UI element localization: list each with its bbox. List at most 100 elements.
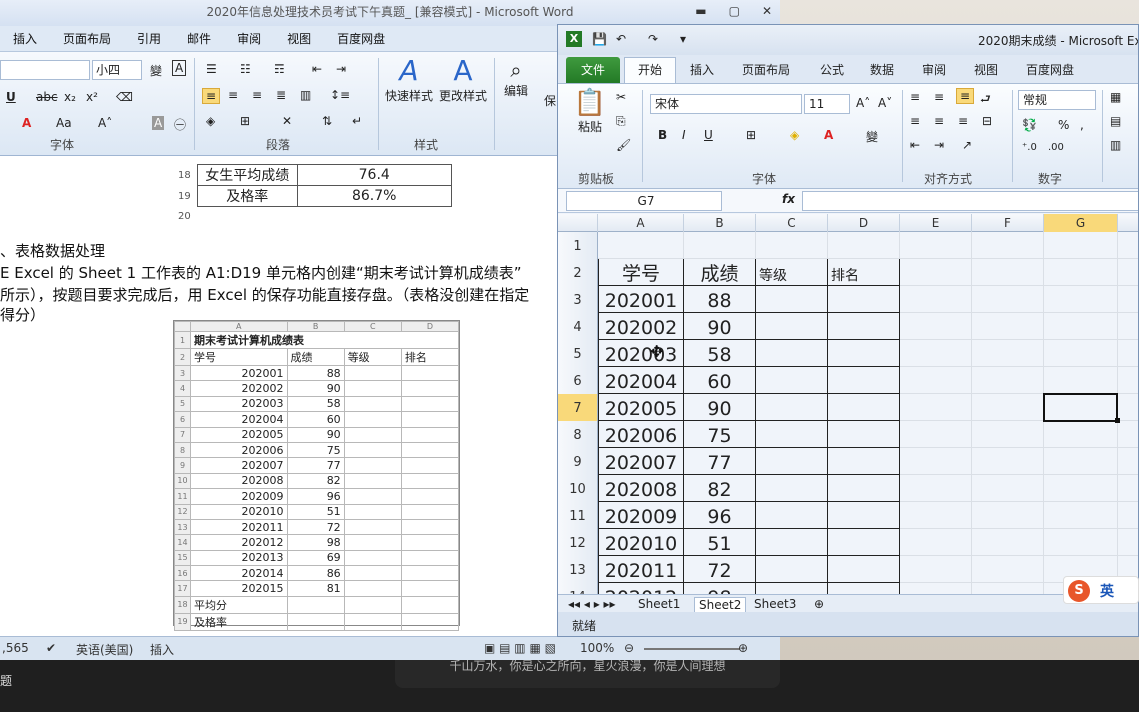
cell-G3[interactable]: [1044, 286, 1118, 313]
underline-icon[interactable]: U: [6, 90, 16, 104]
align-center-icon[interactable]: ≡: [934, 114, 944, 128]
cell-F8[interactable]: [972, 421, 1044, 448]
phonetic-icon[interactable]: 變: [866, 128, 878, 145]
font-size-combo[interactable]: 11: [804, 94, 850, 114]
cell-C2[interactable]: 等级: [756, 259, 828, 286]
row-header[interactable]: 13: [558, 556, 598, 583]
decrease-decimal-icon[interactable]: .00: [1048, 142, 1064, 153]
change-style-button[interactable]: A 更改样式: [438, 54, 488, 104]
column-header-D[interactable]: D: [828, 214, 900, 232]
cell-B11[interactable]: 96: [684, 502, 756, 529]
cell-B6[interactable]: 60: [684, 367, 756, 394]
cell-D11[interactable]: [828, 502, 900, 529]
align-center-icon[interactable]: ≡: [228, 88, 238, 102]
cell-B5[interactable]: 58: [684, 340, 756, 367]
font-name-combo[interactable]: [0, 60, 90, 80]
select-all-corner[interactable]: [558, 214, 598, 232]
table-format-icon[interactable]: ▤: [1110, 114, 1121, 128]
quick-style-button[interactable]: A 快速样式: [384, 54, 434, 104]
cell-F4[interactable]: [972, 313, 1044, 340]
row-header[interactable]: 12: [558, 529, 598, 556]
font-color-icon[interactable]: A: [824, 128, 833, 142]
conditional-format-icon[interactable]: ▦: [1110, 90, 1121, 104]
align-top-icon[interactable]: ≡: [910, 90, 920, 104]
subscript-icon[interactable]: x₂: [64, 90, 76, 104]
formula-input[interactable]: [802, 191, 1138, 211]
cell-style-icon[interactable]: ▥: [1110, 138, 1121, 152]
cell-B9[interactable]: 77: [684, 448, 756, 475]
cell-C1[interactable]: [756, 232, 828, 259]
cell-F6[interactable]: [972, 367, 1044, 394]
line-spacing-icon[interactable]: ↕≡: [330, 88, 350, 102]
view-buttons[interactable]: ▣ ▤ ▥ ▦ ▧: [484, 641, 556, 655]
paste-button[interactable]: 📋 粘贴: [570, 88, 610, 135]
increase-indent-icon[interactable]: ⇥: [934, 138, 944, 152]
column-header-G[interactable]: G: [1044, 214, 1118, 232]
align-left-icon[interactable]: ≡: [202, 88, 221, 104]
cell-G5[interactable]: [1044, 340, 1118, 367]
align-left-icon[interactable]: ≡: [910, 114, 920, 128]
cell-F5[interactable]: [972, 340, 1044, 367]
cell-B12[interactable]: 51: [684, 529, 756, 556]
cell-A4[interactable]: 202002: [598, 313, 684, 340]
merge-center-icon[interactable]: ⊟: [982, 114, 992, 128]
comma-icon[interactable]: ,: [1080, 118, 1084, 132]
cell-A7[interactable]: 202005: [598, 394, 684, 421]
number-format-combo[interactable]: 常规: [1018, 90, 1096, 110]
italic-icon[interactable]: I: [682, 128, 686, 142]
cell-D3[interactable]: [828, 286, 900, 313]
cell-F11[interactable]: [972, 502, 1044, 529]
cell-F10[interactable]: [972, 475, 1044, 502]
insert-sheet-icon[interactable]: ⊕: [814, 597, 824, 611]
word-count[interactable]: ,565: [2, 641, 29, 655]
borders-icon[interactable]: ⊞: [746, 128, 756, 142]
name-box[interactable]: G7: [566, 191, 722, 211]
row-header[interactable]: 1: [558, 232, 598, 259]
proofing-icon[interactable]: ✔: [46, 641, 56, 655]
cell-C12[interactable]: [756, 529, 828, 556]
cut-icon[interactable]: ✂: [616, 90, 626, 104]
cell-B8[interactable]: 75: [684, 421, 756, 448]
cell-G8[interactable]: [1044, 421, 1118, 448]
cell-E13[interactable]: [900, 556, 972, 583]
align-middle-icon[interactable]: ≡: [934, 90, 944, 104]
undo-icon[interactable]: ↶: [616, 32, 626, 46]
currency-icon[interactable]: 💱: [1022, 118, 1037, 132]
cell-E1[interactable]: [900, 232, 972, 259]
numbering-icon[interactable]: ☷: [240, 62, 251, 76]
bullets-icon[interactable]: ☰: [206, 62, 217, 76]
edit-button[interactable]: ⌕ 编辑: [500, 58, 532, 99]
ime-toolbar[interactable]: S 英: [1063, 576, 1139, 604]
tab-home[interactable]: 开始: [624, 57, 676, 83]
fill-handle[interactable]: [1115, 418, 1120, 423]
cell-D1[interactable]: [828, 232, 900, 259]
row-header[interactable]: 10: [558, 475, 598, 502]
cell-A8[interactable]: 202006: [598, 421, 684, 448]
cell-D12[interactable]: [828, 529, 900, 556]
cell-A5[interactable]: 202003: [598, 340, 684, 367]
orientation-icon[interactable]: ↗: [962, 138, 972, 152]
distribute-icon[interactable]: ▥: [300, 88, 311, 102]
char-border-icon[interactable]: A: [172, 60, 187, 76]
row-header[interactable]: 6: [558, 367, 598, 394]
justify-icon[interactable]: ≣: [276, 88, 286, 102]
cell-A1[interactable]: [598, 232, 684, 259]
grow-font-icon[interactable]: A˄: [98, 116, 112, 130]
font-color-icon[interactable]: A: [22, 116, 31, 130]
redo-icon[interactable]: ↷: [648, 32, 658, 46]
tab-page-layout[interactable]: 页面布局: [50, 30, 124, 47]
cell-A9[interactable]: 202007: [598, 448, 684, 475]
cell-A2[interactable]: 学号: [598, 259, 684, 286]
sheet-nav-icon[interactable]: ◂◂ ◂ ▸ ▸▸: [568, 597, 616, 611]
cell-D8[interactable]: [828, 421, 900, 448]
char-shading-icon[interactable]: A: [152, 116, 165, 130]
tab-baidu-pan[interactable]: 百度网盘: [1026, 61, 1074, 78]
restore-icon[interactable]: ▢: [729, 0, 740, 22]
bold-icon[interactable]: B: [658, 128, 667, 142]
language-status[interactable]: 英语(美国): [76, 641, 133, 658]
cell-B1[interactable]: [684, 232, 756, 259]
column-header-C[interactable]: C: [756, 214, 828, 232]
cell-G6[interactable]: [1044, 367, 1118, 394]
column-header-B[interactable]: B: [684, 214, 756, 232]
cell-D5[interactable]: [828, 340, 900, 367]
